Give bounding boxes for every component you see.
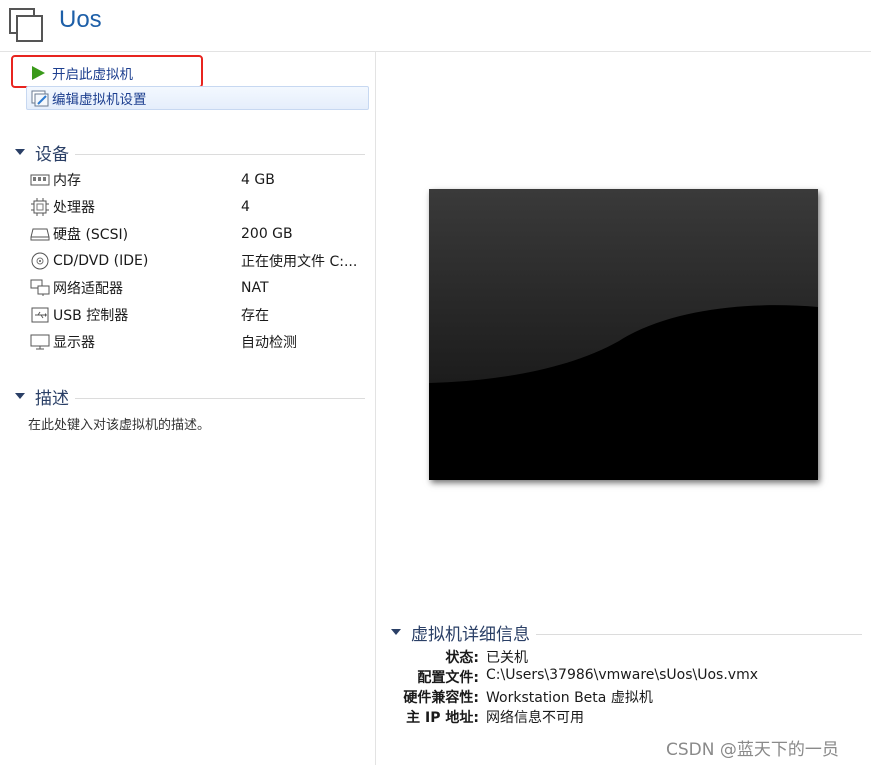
divider (75, 397, 365, 399)
device-name: 显示器 (53, 335, 95, 351)
power-on-vm-button[interactable]: 开启此虚拟机 (30, 61, 133, 85)
detail-row-ip-address: 主 IP 地址: 网络信息不可用 (380, 707, 860, 727)
detail-key: 主 IP 地址: (406, 710, 479, 726)
usb-icon (29, 305, 51, 325)
detail-key: 状态: (445, 650, 479, 666)
device-row-cd-dvd[interactable]: CD/DVD (IDE) 正在使用文件 C:... (29, 250, 369, 272)
detail-key: 硬件兼容性: (403, 690, 479, 706)
vm-details-section-header[interactable]: 虚拟机详细信息 (388, 621, 862, 645)
device-value: 4 (241, 199, 250, 215)
device-name: 内存 (53, 173, 81, 189)
detail-value: 已关机 (486, 650, 528, 666)
detail-row-hardware-compat: 硬件兼容性: Workstation Beta 虚拟机 (380, 687, 860, 707)
divider (75, 153, 365, 155)
device-value: 存在 (241, 308, 269, 324)
detail-row-config-file: 配置文件: C:\Users\37986\vmware\sUos\Uos.vmx (380, 667, 860, 687)
left-pane: 开启此虚拟机 编辑虚拟机设置 设备 内存 4 GB 处理器 4 硬盘 (SCSI… (0, 52, 376, 765)
watermark: CSDN @蓝天下的一员 (666, 740, 839, 760)
device-value: NAT (241, 280, 269, 296)
description-field[interactable]: 在此处键入对该虚拟机的描述。 (28, 414, 210, 433)
device-value: 正在使用文件 C:... (241, 254, 358, 270)
display-icon (29, 332, 51, 352)
harddisk-icon (29, 224, 51, 244)
device-value: 4 GB (241, 172, 275, 188)
description-section-header[interactable]: 描述 (12, 385, 365, 409)
edit-settings-label: 编辑虚拟机设置 (52, 92, 147, 108)
device-name: 处理器 (53, 200, 95, 216)
vm-details-section-title: 虚拟机详细信息 (411, 624, 530, 645)
power-on-label: 开启此虚拟机 (52, 67, 133, 83)
edit-settings-icon (30, 89, 52, 107)
devices-section-title: 设备 (35, 144, 69, 165)
detail-value: Workstation Beta 虚拟机 (486, 690, 653, 706)
device-name: CD/DVD (IDE) (53, 253, 149, 269)
network-adapter-icon (29, 278, 51, 298)
divider (536, 633, 862, 635)
cd-dvd-icon (29, 251, 51, 271)
device-row-harddisk[interactable]: 硬盘 (SCSI) 200 GB (29, 223, 369, 245)
header: Uos (0, 0, 871, 52)
detail-key: 配置文件: (417, 670, 479, 686)
device-row-memory[interactable]: 内存 4 GB (29, 169, 369, 191)
play-icon (30, 64, 52, 82)
collapse-triangle-icon (391, 629, 401, 635)
device-value: 自动检测 (241, 335, 297, 351)
edit-vm-settings-button[interactable]: 编辑虚拟机设置 (26, 86, 369, 110)
processor-icon (29, 197, 51, 217)
device-value: 200 GB (241, 226, 293, 242)
description-section-title: 描述 (35, 388, 69, 409)
device-row-network-adapter[interactable]: 网络适配器 NAT (29, 277, 369, 299)
detail-value: C:\Users\37986\vmware\sUos\Uos.vmx (486, 667, 758, 683)
device-name: 硬盘 (SCSI) (53, 227, 129, 243)
detail-row-state: 状态: 已关机 (380, 647, 860, 667)
memory-icon (29, 170, 51, 190)
virtual-machine-icon (9, 8, 43, 42)
device-name: USB 控制器 (53, 308, 129, 324)
device-row-processor[interactable]: 处理器 4 (29, 196, 369, 218)
collapse-triangle-icon (15, 149, 25, 155)
vm-title: Uos (59, 6, 102, 33)
vm-screen-preview[interactable] (429, 189, 818, 480)
collapse-triangle-icon (15, 393, 25, 399)
preview-image (429, 189, 818, 480)
device-name: 网络适配器 (53, 281, 123, 297)
devices-section-header[interactable]: 设备 (12, 141, 365, 165)
device-row-display[interactable]: 显示器 自动检测 (29, 331, 369, 353)
detail-value: 网络信息不可用 (486, 710, 584, 726)
device-row-usb[interactable]: USB 控制器 存在 (29, 304, 369, 326)
